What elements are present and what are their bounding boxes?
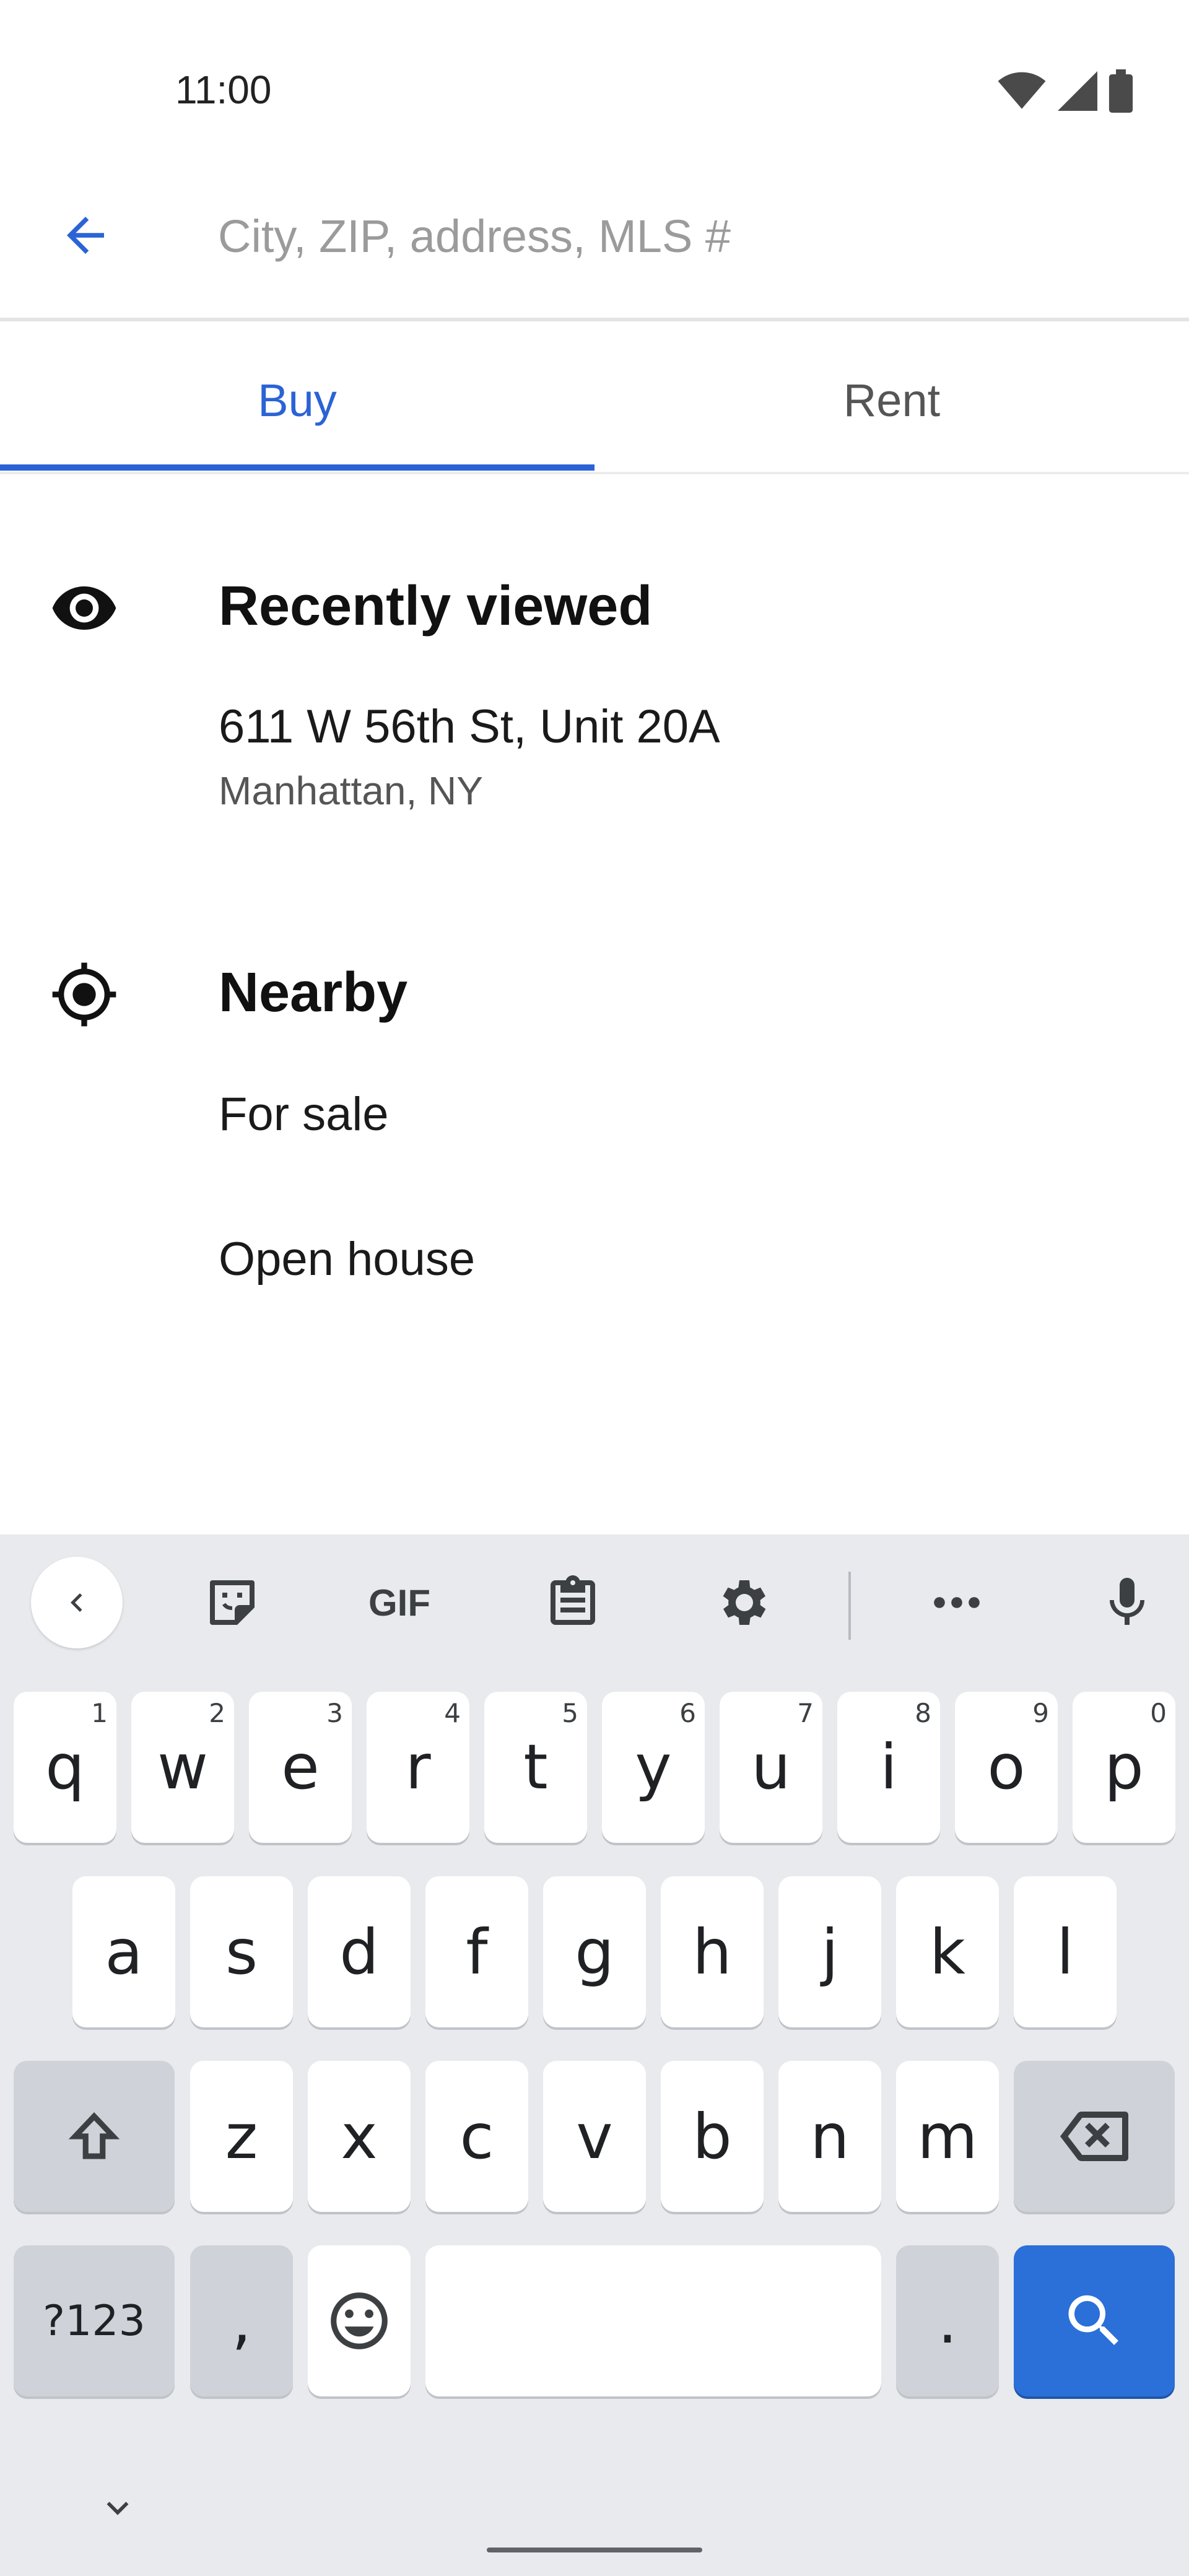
key-c[interactable]: c — [425, 2061, 528, 2212]
chevron-down-icon — [107, 2502, 129, 2515]
key-hint: 8 — [915, 1698, 931, 1728]
key-a[interactable]: a — [72, 1876, 175, 2027]
nearby-title: Nearby — [219, 962, 408, 1024]
eye-icon — [50, 573, 119, 643]
toolbar-divider — [848, 1572, 851, 1640]
gear-icon — [723, 1580, 766, 1625]
key-label: w — [157, 1731, 208, 1803]
keyboard: GIF q1 w2 e3 r4 t5 y6 u7 i8 o9 p0 a s d … — [0, 1534, 1189, 2576]
emoji-icon — [331, 2292, 388, 2349]
key-w[interactable]: w2 — [131, 1692, 234, 1843]
key-u[interactable]: u7 — [720, 1692, 822, 1843]
key-label: u — [751, 1731, 791, 1803]
key-v[interactable]: v — [543, 2061, 646, 2212]
key-f[interactable]: f — [425, 1876, 528, 2027]
backspace-icon — [1060, 2112, 1128, 2161]
key-label: t — [523, 1731, 548, 1803]
clipboard-button[interactable] — [526, 1565, 619, 1640]
tab-buy[interactable]: Buy — [0, 328, 594, 472]
more-horiz-icon — [934, 1597, 980, 1608]
key-n[interactable]: n — [778, 2061, 881, 2212]
tab-active-indicator — [0, 464, 594, 471]
shift-icon — [68, 2112, 120, 2159]
key-e[interactable]: e3 — [249, 1692, 352, 1843]
recently-viewed-address[interactable]: 611 W 56th St, Unit 20A — [219, 700, 720, 754]
key-label: p — [1104, 1731, 1144, 1803]
gif-button[interactable]: GIF — [353, 1565, 446, 1640]
status-icons — [997, 69, 1133, 116]
key-j[interactable]: j — [778, 1876, 881, 2027]
tab-bar: Buy Rent — [0, 328, 1189, 474]
period-key[interactable]: . — [896, 2245, 999, 2396]
nearby-open-house[interactable]: Open house — [219, 1232, 475, 1286]
chevron-left-icon — [71, 1593, 82, 1612]
key-h[interactable]: h — [661, 1876, 764, 2027]
key-label: r — [405, 1731, 431, 1803]
key-l[interactable]: l — [1014, 1876, 1117, 2027]
key-label: q — [45, 1731, 85, 1803]
key-hint: 6 — [679, 1698, 696, 1728]
key-k[interactable]: k — [896, 1876, 999, 2027]
shift-key[interactable] — [14, 2061, 175, 2212]
key-label: i — [880, 1731, 897, 1803]
back-button[interactable] — [48, 198, 123, 272]
recently-viewed-location: Manhattan, NY — [219, 768, 483, 813]
comma-key[interactable]: , — [190, 2245, 293, 2396]
keyboard-collapse-button[interactable] — [31, 1557, 123, 1648]
key-hint: 5 — [562, 1698, 578, 1728]
search-input[interactable] — [217, 204, 1117, 268]
key-y[interactable]: y6 — [602, 1692, 705, 1843]
key-p[interactable]: p0 — [1073, 1692, 1175, 1843]
voice-input-button[interactable] — [1081, 1565, 1174, 1640]
more-options-button[interactable] — [910, 1565, 1003, 1640]
microphone-icon — [1110, 1578, 1144, 1625]
symbols-key[interactable]: ?123 — [14, 2245, 175, 2396]
status-time: 11:00 — [175, 67, 272, 112]
key-r[interactable]: r4 — [367, 1692, 469, 1843]
key-d[interactable]: d — [308, 1876, 411, 2027]
key-b[interactable]: b — [661, 2061, 764, 2212]
backspace-key[interactable] — [1014, 2061, 1175, 2212]
search-key[interactable] — [1014, 2245, 1175, 2396]
key-m[interactable]: m — [896, 2061, 999, 2212]
key-hint: 7 — [797, 1698, 814, 1728]
wifi-icon — [997, 71, 1047, 114]
sticker-button[interactable] — [186, 1565, 279, 1640]
key-hint: 3 — [326, 1698, 343, 1728]
key-s[interactable]: s — [190, 1876, 293, 2027]
key-hint: 4 — [444, 1698, 461, 1728]
tab-rent[interactable]: Rent — [594, 328, 1189, 472]
key-i[interactable]: i8 — [837, 1692, 940, 1843]
key-label: o — [987, 1731, 1026, 1803]
battery-icon — [1108, 69, 1133, 116]
key-g[interactable]: g — [543, 1876, 646, 2027]
key-label: e — [281, 1731, 320, 1803]
emoji-key[interactable] — [308, 2245, 411, 2396]
key-q[interactable]: q1 — [14, 1692, 116, 1843]
key-hint: 9 — [1032, 1698, 1049, 1728]
search-icon — [1068, 2295, 1118, 2345]
header-divider — [0, 318, 1189, 321]
hide-keyboard-button[interactable] — [93, 2483, 142, 2533]
arrow-left-icon — [67, 217, 104, 254]
clipboard-icon — [551, 1575, 595, 1625]
space-key[interactable] — [425, 2245, 881, 2396]
key-hint: 2 — [209, 1698, 225, 1728]
gesture-nav-handle[interactable] — [487, 2548, 702, 2552]
key-o[interactable]: o9 — [955, 1692, 1058, 1843]
my-location-icon — [50, 960, 119, 1029]
key-label: y — [635, 1731, 672, 1803]
cell-signal-icon — [1058, 71, 1097, 114]
key-z[interactable]: z — [190, 2061, 293, 2212]
recently-viewed-title: Recently viewed — [219, 575, 653, 637]
key-x[interactable]: x — [308, 2061, 411, 2212]
key-hint: 0 — [1150, 1698, 1167, 1728]
nearby-for-sale[interactable]: For sale — [219, 1087, 389, 1141]
key-hint: 1 — [91, 1698, 108, 1728]
settings-button[interactable] — [698, 1565, 791, 1640]
key-t[interactable]: t5 — [484, 1692, 587, 1843]
sticker-icon — [210, 1580, 255, 1625]
